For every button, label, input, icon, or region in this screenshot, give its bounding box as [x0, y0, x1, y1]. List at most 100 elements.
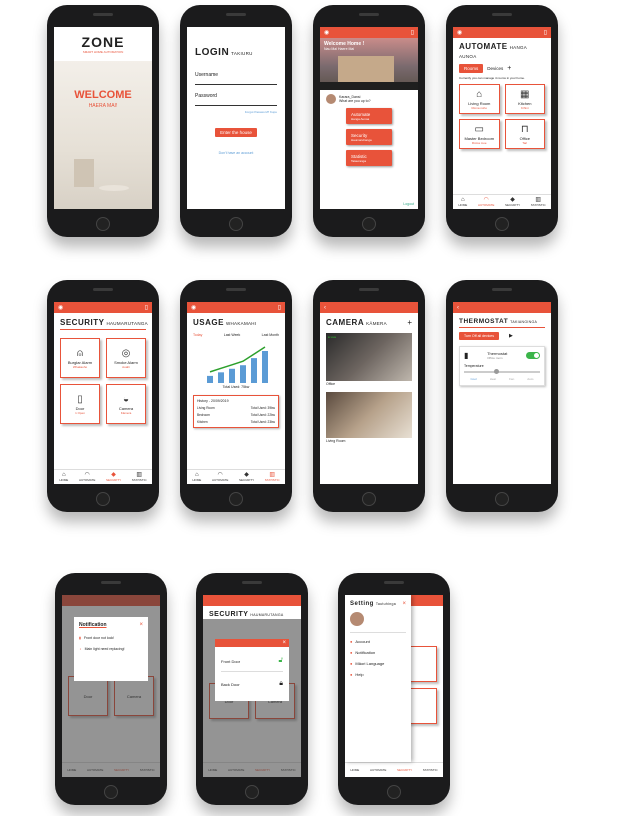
logout-link[interactable]: Logout: [403, 202, 414, 206]
eye-icon[interactable]: ◉: [191, 304, 196, 311]
burglar-alarm-card[interactable]: ⍝ Burglar Alarm Whakaoho: [60, 338, 100, 378]
play-icon[interactable]: ▶: [509, 333, 513, 339]
home-button[interactable]: [245, 785, 259, 799]
phone-login: LOGIN TAKIURU Username Password Forgot Pa…: [180, 5, 292, 237]
nav-security[interactable]: ◆ SECURITY: [505, 197, 520, 207]
password-field[interactable]: [195, 105, 277, 106]
bed-icon: ▭: [474, 123, 484, 135]
home-button[interactable]: [387, 785, 401, 799]
smoke-alarm-card[interactable]: ◎ Smoke Alarm Auahi: [106, 338, 146, 378]
settings-item-language[interactable]: ● Māori Language: [350, 661, 406, 666]
room-card-office[interactable]: ⊓ Office Tari: [504, 119, 545, 149]
home-button[interactable]: [96, 217, 110, 231]
phone-settings: HOME AUTOMATE SECURITY STATISTIC Setting Tau…: [338, 573, 450, 805]
nav-security[interactable]: ◆ SECURITY: [106, 472, 121, 482]
mode-cool[interactable]: Cool: [471, 377, 477, 381]
lock-icon[interactable]: ▯: [278, 304, 281, 311]
nav-automate[interactable]: ◠ AUTOMATE: [478, 197, 494, 207]
top-bar: ◉ ▯: [54, 302, 152, 313]
nav-statistic[interactable]: ▥ STATISTIC: [265, 472, 280, 482]
home-button[interactable]: [362, 492, 376, 506]
automate-title: AUTOMATE HANGA AUNOA: [459, 42, 527, 59]
door-card[interactable]: ▯ Door 1 Open: [60, 384, 100, 424]
thermostat-toggle[interactable]: [525, 352, 540, 359]
phone-welcome: ZONE SMART HOME AUTOMATION WELCOME HAERA…: [47, 5, 159, 237]
lock-icon[interactable]: ▯: [145, 304, 148, 311]
back-icon[interactable]: ‹: [457, 305, 459, 311]
lock-icon[interactable]: 🔒︎: [279, 680, 283, 688]
room-card-kitchen[interactable]: ▦ Kitchen Kīhini: [504, 84, 545, 114]
mode-auto[interactable]: Auto: [527, 377, 533, 381]
nav-statistic[interactable]: ▥ STATISTIC: [531, 197, 546, 207]
nav-security[interactable]: ◆ SECURITY: [239, 472, 254, 482]
nav-home[interactable]: ⌂ HOME: [458, 197, 467, 207]
lock-icon[interactable]: ▯: [544, 29, 547, 36]
settings-item-help[interactable]: ● Help: [350, 672, 406, 677]
top-bar: ◉ ▯: [320, 27, 418, 38]
home-button[interactable]: [96, 492, 110, 506]
tab-devices[interactable]: Devices: [487, 66, 503, 71]
room-card-living[interactable]: ⌂ Living Room Rūma noho: [459, 84, 500, 114]
stats-strip: [320, 82, 418, 90]
tab-rooms[interactable]: Rooms: [459, 64, 484, 73]
home-button[interactable]: [495, 492, 509, 506]
home-button[interactable]: [229, 217, 243, 231]
unlock-icon[interactable]: 🔓︎: [278, 657, 283, 665]
nav-automate[interactable]: ◠ AUTOMATE: [79, 472, 95, 482]
close-icon[interactable]: ×: [402, 601, 406, 607]
eye-icon[interactable]: ◉: [457, 29, 462, 36]
alarm-icon: ⍝: [77, 347, 83, 359]
eye-icon[interactable]: ◉: [58, 304, 63, 311]
desk-icon: ⊓: [520, 123, 529, 135]
home-button[interactable]: [362, 217, 376, 231]
mode-fan[interactable]: Fan: [509, 377, 514, 381]
security-button[interactable]: Security Haumaruhanga: [346, 129, 392, 145]
close-icon[interactable]: ×: [139, 622, 143, 628]
usage-bar: [218, 372, 224, 383]
home-button[interactable]: [229, 492, 243, 506]
turn-off-all-button[interactable]: Turn Off all devices: [459, 332, 499, 340]
avatar[interactable]: [326, 94, 336, 104]
home-button[interactable]: [495, 217, 509, 231]
avatar[interactable]: [350, 612, 364, 626]
eye-icon[interactable]: ◉: [324, 29, 329, 36]
notification-item[interactable]: ▮ Front door not lock!: [79, 636, 143, 640]
temperature-slider[interactable]: [464, 369, 540, 374]
settings-item-account[interactable]: ● Account: [350, 639, 406, 644]
camera-card[interactable]: ◒ Camera Kāmera: [106, 384, 146, 424]
back-door-row[interactable]: Back Door 🔒︎: [215, 672, 289, 688]
settings-item-notification[interactable]: ● Notification: [350, 650, 406, 655]
tab-last-week[interactable]: Last Week: [224, 333, 240, 337]
no-account-link[interactable]: Don't have an account: [195, 151, 277, 155]
back-icon[interactable]: ‹: [324, 305, 326, 311]
camera-feed-living[interactable]: [326, 392, 412, 438]
lock-icon[interactable]: ▯: [411, 29, 414, 36]
nav-home[interactable]: ⌂ HOME: [192, 472, 201, 482]
tab-today[interactable]: Today: [193, 333, 202, 337]
home-button[interactable]: [104, 785, 118, 799]
forgot-password-link[interactable]: Forgot Password? Kupu: [195, 110, 277, 114]
front-door-row[interactable]: Front Door 🔓︎: [215, 647, 289, 665]
enter-button[interactable]: Enter the house: [215, 128, 257, 137]
add-button[interactable]: +: [507, 65, 511, 72]
camera-icon: ◒: [122, 393, 130, 405]
nav-home[interactable]: ⌂ HOME: [59, 472, 68, 482]
nav-statistic[interactable]: ▥ STATISTIC: [132, 472, 147, 482]
notification-item[interactable]: ♁ Main light need replacing!: [79, 647, 143, 651]
nav-automate[interactable]: ◠ AUTOMATE: [212, 472, 228, 482]
room-card-bedroom[interactable]: ▭ Master Bedroom Rūma moe: [459, 119, 500, 149]
phone-security-doors: SECURITYHAUMARUTANGA Door Camera HOMEAUT…: [196, 573, 308, 805]
tab-last-month[interactable]: Last Month: [262, 333, 279, 337]
mode-heat[interactable]: Heat: [490, 377, 496, 381]
history-card: History - 20/09/2019 Living Room Total Us…: [193, 395, 279, 428]
statistic-button[interactable]: Statistic Tatauranga: [346, 150, 392, 166]
automate-button[interactable]: Automate Hanga Aunoa: [346, 108, 392, 124]
username-field[interactable]: [195, 84, 277, 85]
automate-description: Currently you can manage 4 rooms in your…: [459, 76, 525, 80]
close-icon[interactable]: ×: [215, 639, 289, 647]
usage-bar: [262, 351, 268, 383]
camera-feed-office[interactable]: ● Live: [326, 333, 412, 381]
add-camera-button[interactable]: +: [407, 318, 412, 327]
welcome-subtitle: HAERA MAI!: [88, 103, 118, 109]
bottom-nav: ⌂ HOME ◠ AUTOMATE ◆ SECURITY ▥ STATISTIC: [187, 469, 285, 484]
